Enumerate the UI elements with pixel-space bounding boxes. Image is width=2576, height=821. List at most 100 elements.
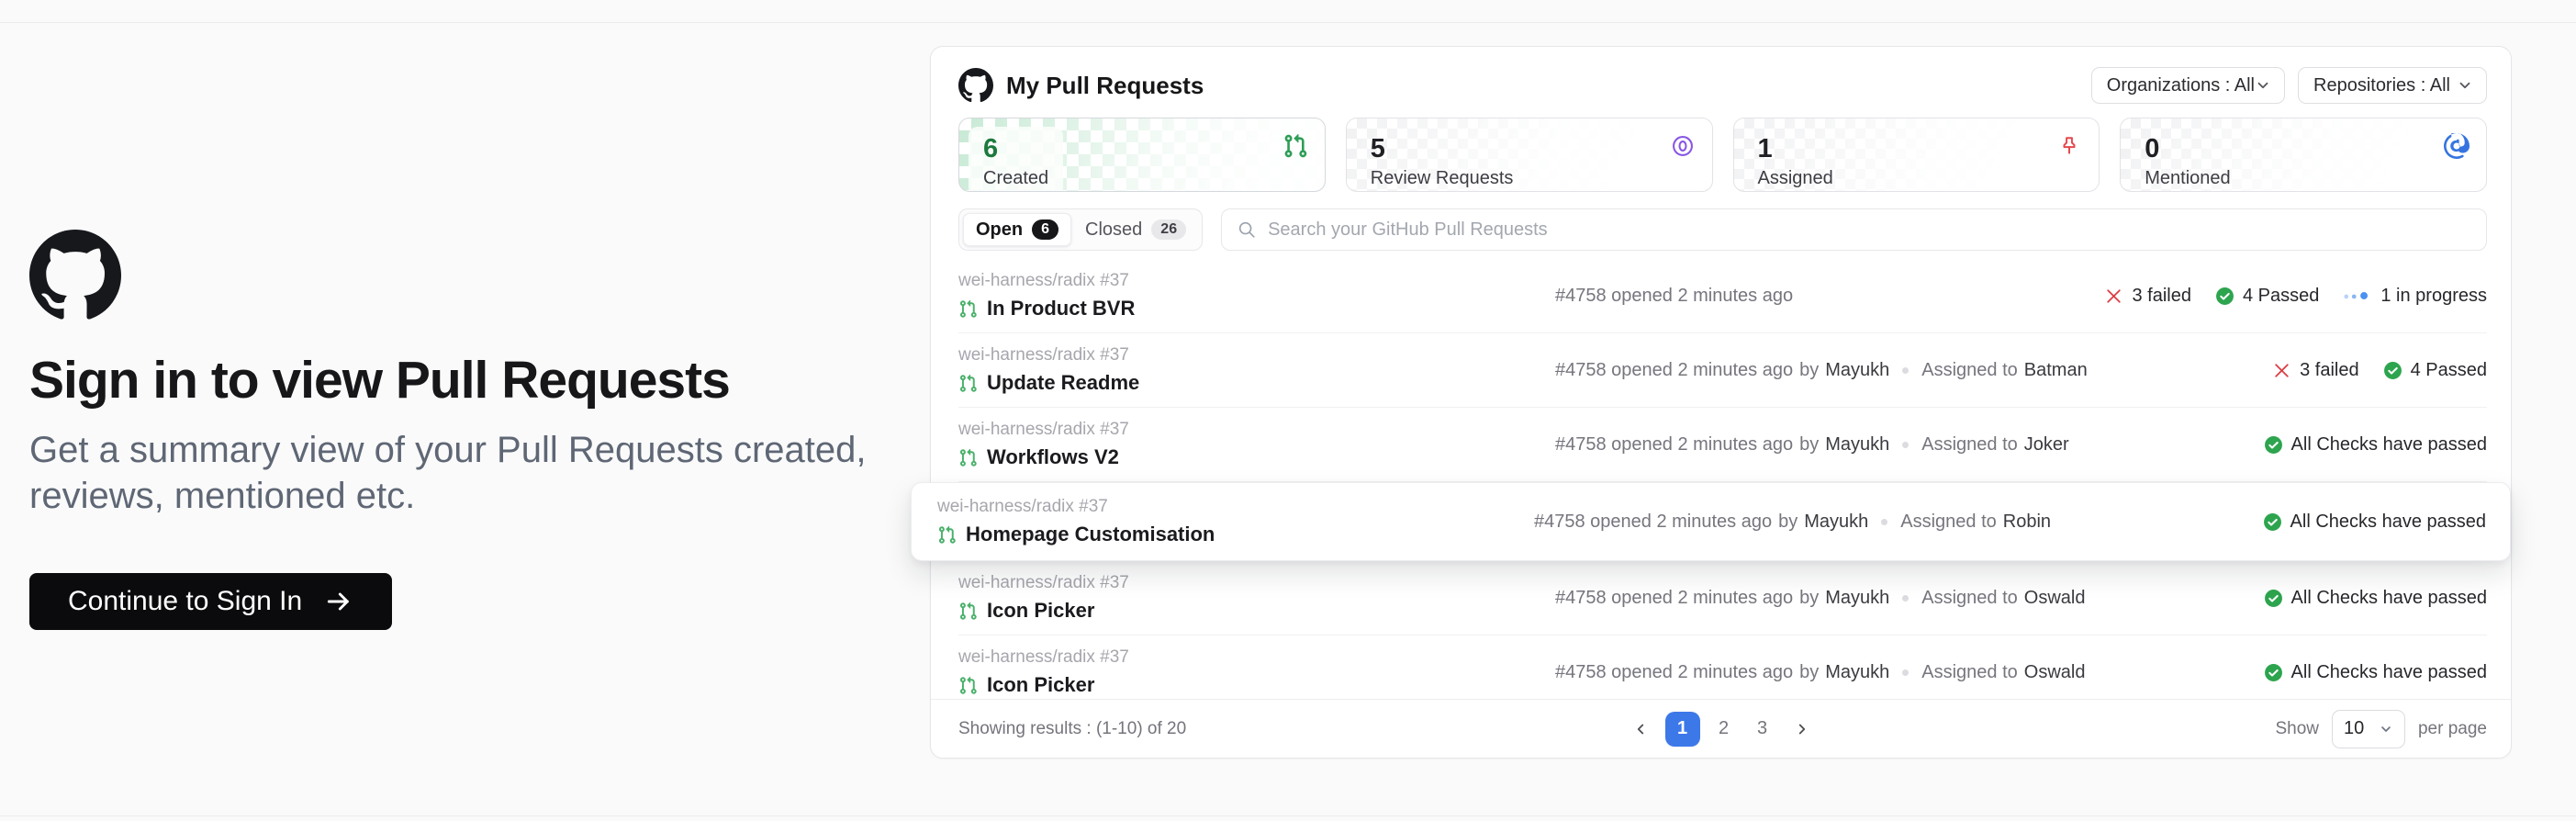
pr-repo-label: wei-harness/radix #37	[958, 647, 1555, 668]
page-button-2[interactable]: 2	[1709, 713, 1739, 746]
pull-request-icon	[958, 299, 978, 319]
stat-card-assigned[interactable]: 1 Assigned	[1733, 118, 2100, 192]
next-page-button[interactable]	[1786, 714, 1818, 745]
pr-assigned-label: Assigned to	[1900, 512, 1997, 533]
organizations-filter-label: Organizations : All	[2107, 75, 2255, 96]
created-count: 6	[983, 134, 1048, 164]
pr-list: wei-harness/radix #37 In Product BVR #47…	[931, 259, 2511, 709]
pr-assignee: Robin	[2003, 512, 2051, 533]
pr-assigned-label: Assigned to	[1921, 434, 2018, 455]
stat-card-mentioned[interactable]: 0 Mentioned	[2120, 118, 2487, 192]
meta-dot	[1902, 669, 1909, 676]
stat-card-review-requests[interactable]: 5 Review Requests	[1346, 118, 1713, 192]
pr-assigned-label: Assigned to	[1921, 360, 2018, 381]
pr-title: Update Readme	[987, 371, 1139, 395]
search-icon	[1237, 219, 1257, 240]
pull-requests-panel: My Pull Requests Organizations : All Rep…	[930, 46, 2512, 759]
mention-icon	[2444, 133, 2470, 159]
closed-count-badge: 26	[1151, 219, 1186, 240]
mentioned-label: Mentioned	[2145, 168, 2230, 189]
pull-request-icon	[958, 676, 978, 695]
pr-row[interactable]: wei-harness/radix #37 Update Readme #475…	[958, 333, 2487, 408]
meta-dot	[1902, 367, 1909, 374]
pr-row[interactable]: wei-harness/radix #37 Workflows V2 #4758…	[958, 408, 2487, 482]
pr-assigned-label: Assigned to	[1921, 588, 2018, 609]
page-button-1[interactable]: 1	[1665, 712, 1700, 747]
pr-title: In Product BVR	[987, 297, 1135, 321]
pr-assigned-label: Assigned to	[1921, 662, 2018, 683]
tab-open[interactable]: Open 6	[963, 213, 1071, 246]
pr-by-label: by	[1778, 512, 1798, 533]
check-in-progress: 1 in progress	[2343, 286, 2487, 307]
pr-opened-text: #4758 opened 2 minutes ago	[1555, 662, 1793, 683]
chevron-right-icon	[1794, 721, 1810, 737]
pr-row[interactable]: wei-harness/radix #37 Homepage Customisa…	[911, 482, 2511, 561]
pr-meta: #4758 opened 2 minutes ago by Mayukh Ass…	[1555, 588, 2264, 609]
tab-open-label: Open	[976, 219, 1023, 241]
top-hairline	[0, 22, 2576, 23]
github-logo-icon	[29, 230, 121, 321]
tab-closed-label: Closed	[1085, 219, 1142, 241]
arrow-right-icon	[324, 587, 353, 616]
assigned-count: 1	[1758, 134, 1833, 164]
pr-row[interactable]: wei-harness/radix #37 Icon Picker #4758 …	[958, 561, 2487, 635]
pr-assignee: Oswald	[2024, 662, 2086, 683]
meta-dot	[1902, 442, 1909, 448]
pr-checks: All Checks have passed	[2264, 662, 2487, 683]
created-label: Created	[983, 168, 1048, 189]
pr-checks: All Checks have passed	[2264, 434, 2487, 455]
chevron-down-icon	[2379, 722, 2393, 737]
pr-by-label: by	[1799, 434, 1819, 455]
pr-repo-label: wei-harness/radix #37	[958, 345, 1555, 366]
page-button-3[interactable]: 3	[1748, 713, 1777, 746]
repositories-filter-dropdown[interactable]: Repositories : All	[2298, 67, 2487, 104]
pr-by-label: by	[1799, 360, 1819, 381]
pr-row[interactable]: wei-harness/radix #37 Icon Picker #4758 …	[958, 635, 2487, 709]
stats-row: 6 Created 5 Review Requests 1 Assigned	[931, 118, 2511, 192]
stat-card-created[interactable]: 6 Created	[958, 118, 1326, 192]
eye-icon	[1670, 133, 1696, 159]
pr-opened-text: #4758 opened 2 minutes ago	[1555, 360, 1793, 381]
results-text: Showing results : (1-10) of 20	[958, 719, 1186, 739]
check-failed: 3 failed	[2272, 360, 2359, 381]
chevron-down-icon	[2255, 77, 2271, 94]
pull-request-icon	[937, 525, 957, 545]
state-tabs: Open 6 Closed 26	[958, 208, 1203, 251]
pr-repo-label: wei-harness/radix #37	[958, 271, 1555, 291]
pr-checks: 3 failed4 Passed	[2272, 360, 2487, 381]
chevron-left-icon	[1632, 721, 1649, 737]
pull-request-icon	[958, 374, 978, 393]
per-page-value: 10	[2344, 718, 2364, 739]
continue-signin-label: Continue to Sign In	[68, 586, 302, 617]
check-all-passed: All Checks have passed	[2264, 588, 2487, 609]
prev-page-button[interactable]	[1625, 714, 1656, 745]
pr-summary: wei-harness/radix #37 In Product BVR	[958, 271, 1555, 321]
signin-title: Sign in to view Pull Requests	[29, 350, 947, 410]
continue-signin-button[interactable]: Continue to Sign In	[29, 573, 392, 630]
per-page-suffix: per page	[2418, 719, 2487, 739]
pr-row[interactable]: wei-harness/radix #37 In Product BVR #47…	[958, 259, 2487, 333]
per-page-select[interactable]: 10	[2332, 710, 2405, 748]
check-passed: 4 Passed	[2215, 286, 2319, 307]
pull-request-icon	[958, 448, 978, 467]
search-input[interactable]	[1268, 219, 2471, 241]
pr-by-label: by	[1799, 662, 1819, 683]
pr-opened-text: #4758 opened 2 minutes ago	[1555, 588, 1793, 609]
search-box	[1221, 208, 2487, 251]
review-requests-label: Review Requests	[1371, 168, 1514, 189]
tab-closed[interactable]: Closed 26	[1073, 213, 1198, 246]
pr-author: Mayukh	[1825, 588, 1889, 609]
check-all-passed: All Checks have passed	[2264, 434, 2487, 455]
github-logo-icon	[958, 68, 993, 103]
pr-title: Workflows V2	[987, 445, 1119, 469]
pr-summary: wei-harness/radix #37 Icon Picker	[958, 573, 1555, 623]
pull-request-icon	[1282, 133, 1308, 159]
pr-assignee: Batman	[2024, 360, 2088, 381]
pr-title: Icon Picker	[987, 673, 1094, 697]
pr-checks: All Checks have passed	[2263, 512, 2486, 533]
pr-title: Homepage Customisation	[966, 523, 1215, 546]
organizations-filter-dropdown[interactable]: Organizations : All	[2091, 67, 2285, 104]
pr-opened-text: #4758 opened 2 minutes ago	[1534, 512, 1772, 533]
pr-author: Mayukh	[1825, 360, 1889, 381]
check-failed: 3 failed	[2104, 286, 2191, 307]
